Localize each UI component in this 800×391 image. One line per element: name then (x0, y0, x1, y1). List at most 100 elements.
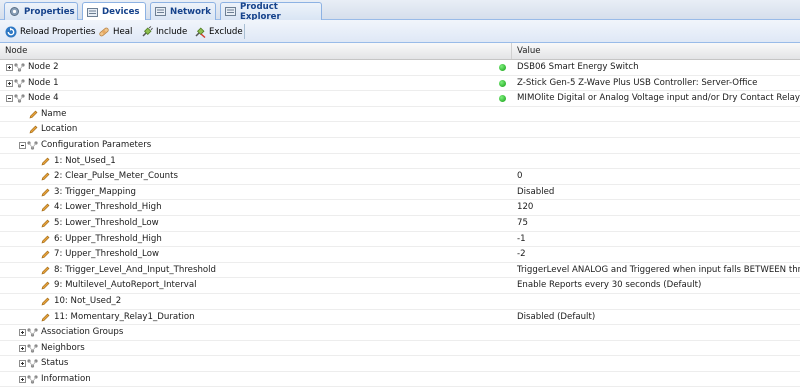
heal-button[interactable]: Heal (98, 24, 132, 39)
tab-label: Devices (102, 7, 140, 17)
folder-node-icon (27, 344, 39, 353)
status-online-icon (499, 79, 506, 87)
tree-row-information[interactable]: Information (0, 372, 800, 388)
tab-bar: Properties Devices Network Product Explo… (0, 0, 800, 22)
row-value[interactable]: -2 (517, 247, 526, 263)
tree-row-configuration-parameters[interactable]: Configuration Parameters (0, 138, 800, 154)
collapse-icon[interactable] (19, 141, 26, 149)
tab-product-explorer[interactable]: Product Explorer (220, 1, 322, 22)
include-button[interactable]: Include (141, 24, 187, 39)
include-plug-icon (141, 25, 153, 38)
tree-row-node-2[interactable]: Node 2 DSB06 Smart Energy Switch (0, 60, 800, 76)
tree-row-param-1[interactable]: 1: Not_Used_1 (0, 154, 800, 170)
tree-row-param-3[interactable]: 3: Trigger_Mapping Disabled (0, 185, 800, 201)
folder-node-icon (27, 359, 39, 368)
row-label: 1: Not_Used_1 (54, 155, 116, 166)
node-icon (14, 94, 26, 103)
row-label: 7: Upper_Threshold_Low (54, 249, 159, 260)
bandage-icon (98, 26, 110, 38)
pencil-icon (41, 297, 50, 306)
row-label: Association Groups (41, 327, 124, 338)
pencil-icon (41, 188, 50, 197)
node-column-header[interactable]: Node (0, 43, 27, 59)
row-label: Status (41, 358, 69, 369)
row-label: 10: Not_Used_2 (54, 295, 122, 306)
row-label: Name (41, 108, 67, 119)
pencil-icon (41, 281, 50, 290)
grid-header: Node Value (0, 43, 800, 60)
expand-icon[interactable] (19, 344, 26, 352)
row-value[interactable]: -1 (517, 232, 526, 248)
toolbar-separator (244, 24, 245, 39)
expand-icon[interactable] (6, 64, 13, 71)
tab-label: Product Explorer (240, 1, 281, 22)
row-label: Node 2 (28, 62, 59, 72)
tree-row-association-groups[interactable]: Association Groups (0, 325, 800, 341)
reload-properties-button[interactable]: Reload Properties (5, 24, 95, 39)
row-label: 6: Upper_Threshold_High (54, 233, 162, 244)
tree-row-param-10[interactable]: 10: Not_Used_2 (0, 294, 800, 310)
row-value[interactable]: TriggerLevel ANALOG and Triggered when i… (517, 263, 800, 279)
tab-label: Properties (24, 6, 75, 17)
devices-icon (87, 7, 98, 18)
tree-row-param-9[interactable]: 9: Multilevel_AutoReport_Interval Enable… (0, 278, 800, 294)
value-column-header[interactable]: Value (512, 43, 541, 59)
row-value: MIMOlite Digital or Analog Voltage input… (517, 93, 800, 104)
tree-row-neighbors[interactable]: Neighbors (0, 341, 800, 357)
pencil-icon (41, 250, 50, 259)
row-value[interactable]: 75 (517, 216, 528, 232)
row-value[interactable]: Disabled (517, 185, 554, 201)
expand-icon[interactable] (19, 375, 26, 383)
gear-icon (9, 6, 20, 17)
product-explorer-icon (225, 6, 236, 17)
row-value[interactable]: 0 (517, 169, 522, 185)
pencil-icon (41, 172, 50, 181)
row-value[interactable]: Enable Reports every 30 seconds (Default… (517, 278, 701, 294)
toolbar: Reload Properties Heal Include Exclude (0, 20, 800, 43)
row-label: Node 1 (28, 77, 59, 88)
row-label: 8: Trigger_Level_And_Input_Threshold (54, 264, 216, 275)
row-label: Configuration Parameters (41, 139, 152, 150)
expand-icon[interactable] (6, 79, 13, 87)
row-label: 11: Momentary_Relay1_Duration (54, 311, 195, 322)
row-value[interactable]: 120 (517, 200, 533, 216)
pencil-icon (29, 125, 38, 134)
row-value[interactable]: Disabled (Default) (517, 310, 595, 326)
tree-row-param-7[interactable]: 7: Upper_Threshold_Low -2 (0, 247, 800, 263)
row-label: Node 4 (28, 93, 59, 104)
tree-row-param-8[interactable]: 8: Trigger_Level_And_Input_Threshold Tri… (0, 263, 800, 279)
expand-icon[interactable] (19, 360, 26, 368)
pencil-icon (41, 219, 50, 228)
row-label: 3: Trigger_Mapping (54, 186, 136, 197)
exclude-button[interactable]: Exclude (194, 24, 243, 39)
tree-row-param-11[interactable]: 11: Momentary_Relay1_Duration Disabled (… (0, 310, 800, 326)
tree-row-node-1[interactable]: Node 1 Z-Stick Gen-5 Z-Wave Plus USB Con… (0, 76, 800, 92)
tree-row-param-2[interactable]: 2: Clear_Pulse_Meter_Counts 0 (0, 169, 800, 185)
tree-row-param-4[interactable]: 4: Lower_Threshold_High 120 (0, 200, 800, 216)
tree-row-node-4[interactable]: Node 4 MIMOlite Digital or Analog Voltag… (0, 91, 800, 107)
tree-row-param-5[interactable]: 5: Lower_Threshold_Low 75 (0, 216, 800, 232)
folder-node-icon (27, 375, 39, 384)
network-icon (155, 6, 166, 17)
folder-node-icon (27, 141, 39, 150)
tab-devices[interactable]: Devices (82, 2, 146, 21)
tab-properties[interactable]: Properties (4, 2, 78, 20)
collapse-icon[interactable] (6, 95, 13, 103)
tree-row-location[interactable]: Location (0, 122, 800, 138)
exclude-plug-icon (194, 26, 206, 38)
tab-label: Network (170, 6, 211, 17)
row-label: Neighbors (41, 342, 85, 353)
tree-row-status[interactable]: Status (0, 356, 800, 372)
row-label: 9: Multilevel_AutoReport_Interval (54, 280, 197, 291)
row-value: Z-Stick Gen-5 Z-Wave Plus USB Controller… (517, 77, 758, 88)
row-label: Location (41, 124, 78, 135)
node-icon (14, 63, 26, 72)
expand-icon[interactable] (19, 329, 26, 337)
tab-network[interactable]: Network (150, 2, 216, 20)
row-label: 4: Lower_Threshold_High (54, 202, 162, 213)
tree-row-name[interactable]: Name (0, 107, 800, 123)
tree-row-param-6[interactable]: 6: Upper_Threshold_High -1 (0, 232, 800, 248)
status-online-icon (499, 64, 506, 71)
node-icon (14, 78, 26, 88)
row-label: Information (41, 373, 91, 384)
